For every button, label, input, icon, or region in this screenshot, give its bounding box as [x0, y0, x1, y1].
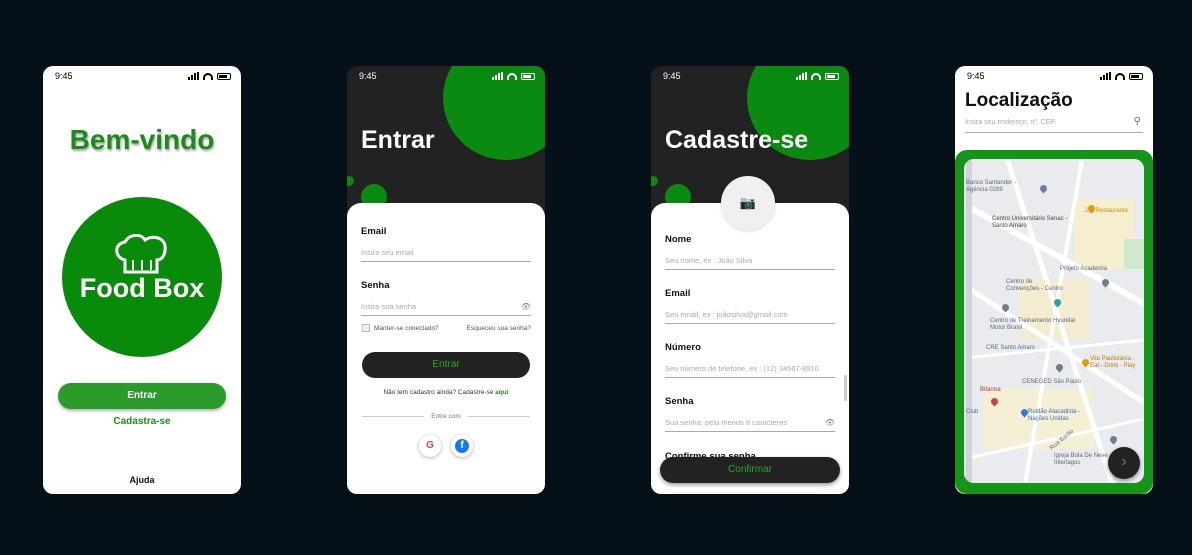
camera-icon[interactable]: 📷 [721, 176, 775, 230]
signal-icon [188, 72, 199, 80]
wifi-icon [203, 72, 213, 80]
password-placeholder: Insira sua senha [361, 302, 417, 311]
password-field[interactable]: Insira sua senha 👁 [361, 302, 531, 316]
phone-label: Número [665, 342, 701, 353]
forgot-password-link[interactable]: Esqueceu sua senha? [467, 325, 531, 332]
remember-checkbox[interactable] [362, 324, 370, 332]
scrollbar[interactable] [844, 375, 847, 401]
welcome-title: Bem-vindo [69, 124, 215, 155]
food-box-logo: Food Box [62, 197, 222, 357]
register-screen: 9:45 Cadastre-se 📷 Nome Seu nome, ex : J… [651, 66, 849, 494]
email-label: Email [361, 226, 387, 237]
email-label: Email [665, 288, 691, 299]
map-label-hyundai: Centro de Treinamento Hyundai Motor Bras… [990, 318, 1076, 331]
map-label-club: Club [966, 409, 979, 415]
password-placeholder: Sua senha, pelo menos 8 caracteres [665, 418, 788, 427]
email-field[interactable]: Seu email, ex : joãosilva@gmail.com [665, 310, 835, 324]
status-time: 9:45 [967, 71, 985, 81]
wifi-icon [507, 72, 517, 80]
phone-field[interactable]: Seu número de telefone, ex : (12) 34567-… [665, 364, 835, 378]
address-placeholder: Insira seu endereço, nº, CEP. [965, 119, 1057, 126]
login-form: Email Insira seu email Senha Insira sua … [347, 203, 545, 494]
status-time: 9:45 [359, 71, 377, 81]
confirm-button[interactable]: Confirmar [660, 457, 840, 483]
map-label-vila: Vila Paulistânia - Eat - Drink - Play [1090, 356, 1136, 369]
chef-hat-icon [115, 234, 167, 274]
status-bar: 9:45 [663, 70, 839, 82]
page-title: Cadastre-se [665, 126, 809, 154]
register-link[interactable]: Cadastra-se [43, 416, 241, 427]
map-label-roldao: Roldão Atacadista - Nações Unidas [1028, 409, 1081, 422]
wifi-icon [811, 72, 821, 80]
signup-here-link[interactable]: aqui [495, 389, 508, 396]
password-label: Senha [361, 280, 390, 291]
map-view[interactable]: Banco Santander - Agência 0289 Centro Un… [964, 159, 1144, 483]
page-title: Localização [965, 90, 1073, 111]
wifi-icon [1115, 72, 1125, 80]
name-label: Nome [665, 234, 692, 245]
decor-dot [651, 176, 658, 186]
signal-icon [796, 72, 807, 80]
password-label: Senha [665, 396, 694, 407]
battery-icon [521, 72, 535, 80]
location-pin-icon[interactable]: ⚲ [1134, 116, 1141, 127]
google-icon[interactable]: G [419, 435, 441, 457]
register-form: Nome Seu nome, ex : João Silva Email Seu… [651, 203, 849, 494]
address-search-input[interactable]: Insira seu endereço, nº, CEP. ⚲ [965, 116, 1143, 133]
logo-text: Food Box [79, 273, 205, 303]
name-field[interactable]: Seu nome, ex : João Silva [665, 256, 835, 270]
map-label-bifarma: Bifarma [980, 387, 1001, 393]
password-field[interactable]: Sua senha, pelo menos 8 caracteres 👁 [665, 418, 835, 432]
eye-icon[interactable]: 👁 [825, 418, 835, 427]
status-bar: 9:45 [359, 70, 535, 82]
login-submit-button[interactable]: Entrar [362, 352, 530, 378]
signup-prompt-text: Não tem cadastro ainda? Cadastre-se [383, 389, 494, 396]
status-bar: 9:45 [967, 70, 1143, 82]
map-label-cre: CRE Santo Amaro [986, 345, 1036, 351]
map-label-academia: Projeto Academia [1060, 266, 1108, 272]
remember-label: Manter-se conectado? [374, 325, 439, 332]
welcome-screen: 9:45 Bem-vindo Food Box Entrar Cadastra-… [43, 66, 241, 494]
battery-icon [217, 72, 231, 80]
map-label-santander: Banco Santander - Agência 0289 [966, 180, 1017, 193]
battery-icon [825, 72, 839, 80]
location-screen: 9:45 Localização Insira seu endereço, nº… [955, 66, 1153, 494]
help-link[interactable]: Ajuda [43, 475, 241, 485]
divider-right [468, 416, 530, 417]
signal-icon [492, 72, 503, 80]
signup-prompt: Não tem cadastro ainda? Cadastre-se aqui [347, 389, 545, 396]
eye-icon[interactable]: 👁 [521, 302, 531, 311]
map-label-ceneged: CENEGED São Paulo [1022, 379, 1082, 385]
login-screen: 9:45 Entrar Email Insira seu email Senha… [347, 66, 545, 494]
decor-dot [347, 176, 354, 186]
map-label-convencoes: Centro de Convenções - Centro [1006, 279, 1063, 292]
enter-button[interactable]: Entrar [58, 383, 226, 409]
page-title: Entrar [361, 126, 435, 154]
signal-icon [1100, 72, 1111, 80]
battery-icon [1129, 72, 1143, 80]
map-label-senac: Centro Universitário Senac - Santo Amaro [992, 216, 1068, 229]
facebook-icon[interactable]: f [451, 435, 473, 457]
email-field[interactable]: Insira seu email [361, 248, 531, 262]
status-time: 9:45 [55, 71, 73, 81]
status-bar: 9:45 [55, 70, 231, 82]
status-time: 9:45 [663, 71, 681, 81]
next-arrow-icon[interactable]: › [1108, 447, 1140, 479]
